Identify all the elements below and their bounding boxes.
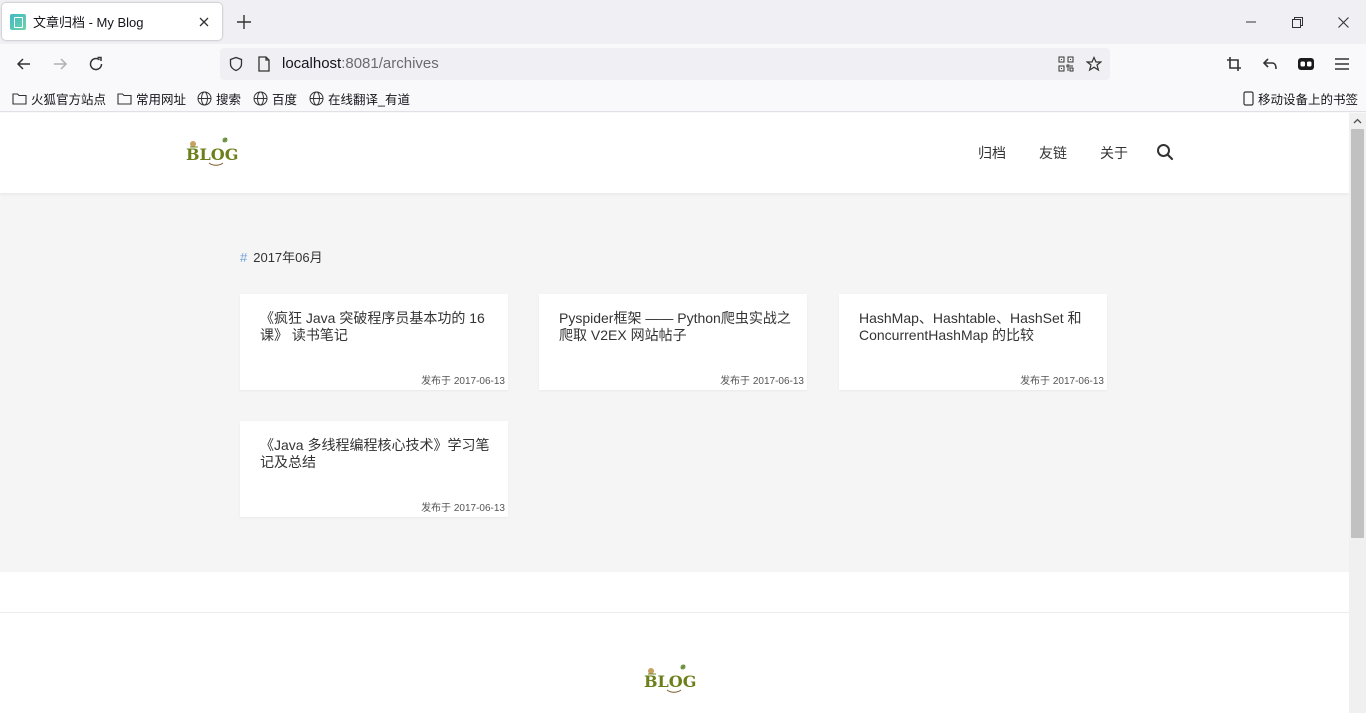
bookmark-folder[interactable]: 火狐官方站点 (12, 89, 106, 108)
archive-month: 2017年06月 (253, 250, 323, 265)
app-menu-button[interactable] (1328, 50, 1356, 78)
scroll-thumb[interactable] (1351, 129, 1364, 538)
undo-icon (1262, 58, 1277, 70)
footer-blog-logo[interactable]: BLOG (643, 662, 703, 696)
menu-icon (1335, 58, 1349, 70)
globe-icon (309, 91, 324, 106)
window-restore-button[interactable] (1274, 6, 1320, 38)
post-card[interactable]: HashMap、Hashtable、HashSet 和 ConcurrentHa… (839, 294, 1107, 390)
browser-tab-active[interactable]: 文章归档 - My Blog (2, 3, 222, 40)
nav-about[interactable]: 关于 (1100, 143, 1128, 163)
tab-close-icon[interactable] (192, 10, 216, 34)
bookmarks-bar: 火狐官方站点 常用网址 搜索 百度 在线翻译_有道 移动设备上的书签 (0, 84, 1366, 112)
bookmark-label: 常用网址 (136, 93, 187, 107)
post-card[interactable]: 《Java 多线程编程核心技术》学习笔记及总结 发布于 2017-06-13 (240, 421, 508, 517)
browser-toolbar: localhost:8081/archives (0, 44, 1366, 84)
blog-logo[interactable]: BLOG (185, 135, 245, 169)
reload-icon (89, 56, 103, 71)
mobile-device-icon (1243, 91, 1254, 106)
back-button[interactable] (10, 50, 38, 78)
bookmark-link[interactable]: 百度 (253, 89, 297, 108)
reload-button[interactable] (82, 50, 110, 78)
arrow-left-icon (16, 58, 30, 70)
bookmark-label: 搜索 (216, 93, 242, 107)
extension-button[interactable] (1292, 50, 1320, 78)
search-icon[interactable] (1156, 143, 1174, 161)
screenshot-icon (1227, 57, 1241, 71)
folder-icon (117, 93, 132, 105)
post-card[interactable]: Pyspider框架 —— Python爬虫实战之爬取 V2EX 网站帖子 发布… (539, 294, 807, 390)
page-viewport: BLOG 归档 友链 关于 #2017年06月 《疯狂 Java 突破程序员基本… (0, 113, 1349, 713)
url-host: localhost (282, 55, 342, 72)
post-title[interactable]: 《Java 多线程编程核心技术》学习笔记及总结 (260, 437, 492, 471)
browser-tab-bar: 文章归档 - My Blog (0, 0, 1366, 44)
window-close-button[interactable] (1320, 6, 1366, 38)
mobile-bookmarks[interactable]: 移动设备上的书签 (1243, 89, 1358, 108)
bookmark-link[interactable]: 在线翻译_有道 (309, 89, 410, 108)
forward-button[interactable] (46, 50, 74, 78)
hash-mark: # (240, 250, 248, 265)
bookmark-label: 百度 (272, 93, 298, 107)
post-title[interactable]: Pyspider框架 —— Python爬虫实战之爬取 V2EX 网站帖子 (559, 310, 791, 344)
folder-icon (12, 93, 27, 105)
scroll-up-button[interactable] (1349, 113, 1366, 129)
chevron-up-icon (1353, 118, 1362, 124)
bookmark-label: 火狐官方站点 (31, 93, 107, 107)
qr-code-icon[interactable] (1056, 54, 1076, 74)
bookmark-link[interactable]: 搜索 (197, 89, 241, 108)
extension-icon (1298, 58, 1314, 70)
nav-friend-links[interactable]: 友链 (1039, 143, 1067, 163)
site-nav: 归档 友链 关于 (978, 143, 1161, 163)
screenshot-button[interactable] (1220, 50, 1248, 78)
globe-icon (253, 91, 268, 106)
footer-divider (0, 612, 1349, 613)
site-header: BLOG 归档 友链 关于 (0, 113, 1349, 193)
post-card[interactable]: 《疯狂 Java 突破程序员基本功的 16 课》 读书笔记 发布于 2017-0… (240, 294, 508, 390)
window-minimize-button[interactable] (1228, 6, 1274, 38)
new-tab-button[interactable] (232, 10, 256, 34)
undo-button[interactable] (1256, 50, 1284, 78)
page-icon[interactable] (254, 54, 274, 74)
favicon-icon (10, 13, 26, 30)
post-title[interactable]: HashMap、Hashtable、HashSet 和 ConcurrentHa… (859, 310, 1091, 344)
logo-text: BLOG (644, 672, 696, 691)
site-footer: BLOG (0, 572, 1349, 713)
archive-month-heading: #2017年06月 (240, 247, 323, 266)
nav-archives[interactable]: 归档 (978, 143, 1006, 163)
post-title[interactable]: 《疯狂 Java 突破程序员基本功的 16 课》 读书笔记 (260, 310, 492, 344)
star-icon[interactable] (1084, 54, 1104, 74)
url-text[interactable]: localhost:8081/archives (282, 55, 439, 72)
shield-icon[interactable] (226, 54, 246, 74)
globe-icon (197, 91, 212, 106)
post-date: 发布于 2017-06-13 (720, 376, 804, 387)
logo-text: BLOG (186, 145, 238, 164)
url-bar[interactable]: localhost:8081/archives (220, 48, 1110, 80)
tab-title: 文章归档 - My Blog (33, 15, 144, 30)
post-date: 发布于 2017-06-13 (421, 503, 505, 514)
post-date: 发布于 2017-06-13 (1020, 376, 1104, 387)
bookmark-folder[interactable]: 常用网址 (117, 89, 186, 108)
url-path: :8081/archives (341, 55, 439, 72)
page-scrollbar[interactable] (1349, 113, 1366, 713)
arrow-right-icon (54, 58, 68, 70)
mobile-bookmarks-label: 移动设备上的书签 (1258, 93, 1359, 107)
post-date: 发布于 2017-06-13 (421, 376, 505, 387)
bookmark-label: 在线翻译_有道 (328, 93, 410, 107)
